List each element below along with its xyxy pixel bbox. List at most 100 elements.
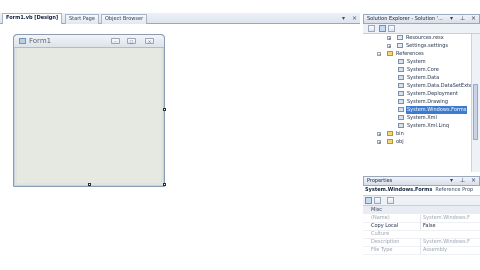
tree-item-label: System.Core [407, 67, 439, 73]
resize-handle-bottom[interactable] [88, 183, 91, 186]
property-name: Culture [371, 231, 390, 237]
solution-explorer-header: Solution Explorer - Solution '... ▾ ⊥ × [363, 14, 480, 24]
reference-icon [398, 91, 404, 96]
tree-item-label: System.Data [407, 75, 440, 81]
category-misc[interactable]: Misc [363, 206, 480, 214]
form-designer-surface[interactable]: Form1 – □ × [0, 24, 360, 270]
close-document-icon[interactable]: × [352, 15, 357, 22]
tree-item-label: System.Windows.Forms [406, 106, 468, 114]
close-panel-icon[interactable]: × [471, 177, 476, 185]
panel-menu-dropdown-icon[interactable]: ▾ [450, 177, 453, 185]
tree-item-label: System.Xml [407, 115, 437, 121]
tree-item-reference[interactable]: System [363, 58, 471, 66]
reference-icon [398, 59, 404, 64]
tree-item-label: Settings.settings [406, 43, 449, 49]
tab-list-dropdown-icon[interactable]: ▾ [342, 15, 345, 22]
close-panel-icon[interactable]: × [471, 15, 476, 23]
selected-object-name: System.Windows.Forms [365, 187, 433, 193]
maximize-icon: □ [127, 38, 136, 44]
tree-item-reference[interactable]: System.Xml [363, 114, 471, 122]
resize-handle-right[interactable] [163, 108, 166, 111]
property-value[interactable]: System.Windows.F [420, 238, 478, 246]
tree-item-label: System.Deployment [407, 91, 458, 97]
expand-icon[interactable]: + [387, 44, 391, 49]
alphabetical-icon[interactable] [374, 197, 381, 204]
auto-hide-pin-icon[interactable]: ⊥ [460, 177, 465, 185]
property-name: Copy Local [371, 223, 399, 229]
solution-explorer-panel: Solution Explorer - Solution '... ▾ ⊥ × … [363, 14, 480, 172]
tree-item-reference[interactable]: System.Data.DataSetExte [363, 82, 471, 90]
form1-title-bar[interactable]: Form1 – □ × [14, 35, 164, 48]
reference-icon [398, 123, 404, 128]
folder-icon [387, 51, 393, 56]
tree-item-label: System.Xml.Linq [407, 123, 450, 129]
properties-header: Properties ▾ ⊥ × [363, 176, 480, 186]
form1-designer-window[interactable]: Form1 – □ × [13, 34, 165, 187]
properties-toolbar [363, 196, 480, 206]
solution-explorer-title: Solution Explorer - Solution '... [367, 16, 443, 22]
tree-item-reference[interactable]: System.Drawing [363, 98, 471, 106]
tree-item-label: obj [396, 139, 404, 145]
reference-icon [398, 115, 404, 120]
tree-item-label: References [396, 51, 424, 57]
tree-item-label: System.Drawing [407, 99, 449, 105]
form-app-icon [19, 38, 26, 44]
property-name: File Type [371, 247, 393, 253]
tree-item-reference[interactable]: System.Deployment [363, 90, 471, 98]
property-name: (Name) [371, 215, 390, 221]
properties-toolbar-icon[interactable] [368, 25, 375, 32]
properties-panel: Properties ▾ ⊥ × System.Windows.Forms Ref… [363, 176, 480, 270]
auto-hide-pin-icon[interactable]: ⊥ [460, 15, 465, 23]
property-value[interactable]: Assembly [420, 246, 478, 254]
reference-icon [398, 107, 404, 112]
show-all-files-icon[interactable] [379, 25, 386, 32]
tab-start-page[interactable]: Start Page [65, 14, 99, 24]
panel-menu-dropdown-icon[interactable]: ▾ [450, 15, 453, 23]
minimize-icon: – [111, 38, 120, 44]
solution-tree: + Resources.resx + Settings.settings − R… [363, 34, 471, 172]
tree-item-obj[interactable]: + obj [363, 138, 471, 146]
tree-item-bin[interactable]: + bin [363, 130, 471, 138]
expand-icon[interactable]: + [377, 132, 381, 137]
property-pages-icon[interactable] [387, 197, 394, 204]
collapse-icon[interactable]: − [377, 52, 381, 57]
form1-caption: Form1 [29, 37, 52, 45]
reference-icon [398, 99, 404, 104]
properties-title: Properties [367, 178, 393, 184]
tab-object-browser[interactable]: Object Browser [101, 14, 148, 24]
expand-icon[interactable]: + [387, 36, 391, 41]
resize-handle-corner[interactable] [163, 183, 166, 186]
tree-item-reference[interactable]: System.Core [363, 66, 471, 74]
reference-icon [398, 67, 404, 72]
selected-object-type: Reference Prop [435, 187, 474, 193]
property-value[interactable]: System.Windows.F [420, 214, 478, 222]
tree-item-settings[interactable]: + Settings.settings [363, 42, 471, 50]
close-icon: × [145, 38, 154, 44]
property-row-file-type[interactable]: File Type Assembly [363, 246, 480, 255]
settings-file-icon [397, 43, 403, 48]
tree-item-label: bin [396, 131, 404, 137]
tree-item-references[interactable]: − References [363, 50, 471, 58]
scrollbar-thumb[interactable] [473, 84, 478, 140]
tree-item-resources[interactable]: + Resources.resx [363, 34, 471, 42]
document-tab-strip: Form1.vb [Design] Start Page Object Brow… [0, 13, 360, 24]
property-value[interactable]: False [420, 222, 478, 230]
document-well: Form1.vb [Design] Start Page Object Brow… [0, 0, 362, 270]
tree-item-label: System.Data.DataSetExte [407, 83, 471, 89]
solution-explorer-scrollbar[interactable] [471, 34, 480, 172]
property-name: Description [371, 239, 400, 245]
tree-item-reference-selected[interactable]: System.Windows.Forms [363, 106, 471, 114]
tab-form1-design[interactable]: Form1.vb [Design] [2, 13, 63, 24]
tree-item-label: Resources.resx [406, 35, 444, 41]
form1-client-area[interactable] [17, 48, 161, 183]
reference-icon [398, 75, 404, 80]
categorized-icon[interactable] [365, 197, 372, 204]
expand-icon[interactable]: + [377, 140, 381, 145]
tree-item-reference[interactable]: System.Data [363, 74, 471, 82]
object-selector[interactable]: System.Windows.Forms Reference Prop [363, 186, 480, 196]
refresh-icon[interactable] [388, 25, 395, 32]
folder-icon [387, 139, 393, 144]
tree-item-reference[interactable]: System.Xml.Linq [363, 122, 471, 130]
resource-file-icon [397, 35, 403, 40]
tree-item-label: System [407, 59, 426, 65]
